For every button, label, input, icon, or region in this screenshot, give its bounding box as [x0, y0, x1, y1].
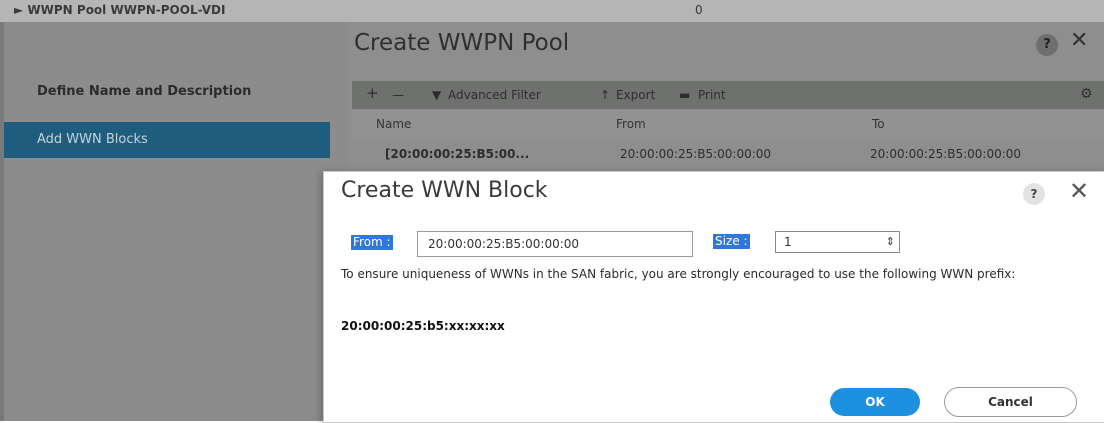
wwn-prefix: 20:00:00:25:b5:xx:xx:xx [341, 319, 505, 333]
advanced-filter-button[interactable]: Advanced Filter [448, 88, 541, 102]
blocks-toolbar: + — ▼ Advanced Filter ↑ Export ▬ Print ⚙ [352, 81, 1104, 109]
dialog-title: Create WWN Block [341, 178, 548, 203]
breadcrumb[interactable]: ► WWPN Pool WWPN-POOL-VDI [14, 3, 225, 17]
export-button[interactable]: Export [616, 88, 655, 102]
settings-gear-icon[interactable]: ⚙ [1080, 86, 1093, 102]
size-label: Size : [713, 234, 750, 249]
wizard-step-add-wwn-blocks[interactable]: Add WWN Blocks [4, 122, 330, 158]
filter-icon[interactable]: ▼ [432, 88, 441, 102]
wizard-close-icon[interactable]: ✕ [1070, 28, 1088, 53]
row-name-cell: [20:00:00:25:B5:00... [385, 147, 530, 161]
column-header-to[interactable]: To [872, 117, 885, 131]
export-icon[interactable]: ↑ [600, 88, 610, 102]
spinner-arrows-icon[interactable]: ⇕ [886, 232, 895, 252]
wizard-help-icon[interactable]: ? [1036, 34, 1058, 56]
remove-icon[interactable]: — [392, 88, 404, 102]
ok-button[interactable]: OK [830, 388, 920, 416]
cancel-button[interactable]: Cancel [944, 387, 1077, 417]
row-to-cell: 20:00:00:25:B5:00:00:00 [870, 147, 1022, 161]
wizard-step-sidebar: Define Name and Description Add WWN Bloc… [0, 22, 348, 421]
wizard-step-define-name[interactable]: Define Name and Description [37, 84, 251, 99]
from-input[interactable] [417, 231, 693, 257]
uniqueness-message: To ensure uniqueness of WWNs in the SAN … [341, 267, 1016, 281]
print-button[interactable]: Print [698, 88, 726, 102]
blocks-table-header: Name From To [352, 109, 1104, 139]
wizard-title: Create WWPN Pool [354, 30, 570, 56]
size-value: 1 [784, 235, 792, 249]
pool-count: 0 [695, 3, 703, 17]
close-icon[interactable]: ✕ [1069, 177, 1089, 205]
print-icon[interactable]: ▬ [679, 88, 690, 102]
add-icon[interactable]: + [366, 84, 379, 102]
size-stepper[interactable]: 1 ⇕ [775, 231, 900, 253]
column-header-name[interactable]: Name [376, 117, 411, 131]
table-row[interactable]: [20:00:00:25:B5:00... 20:00:00:25:B5:00:… [352, 139, 1104, 169]
help-icon[interactable]: ? [1023, 183, 1045, 205]
column-header-from[interactable]: From [616, 117, 646, 131]
top-bar: ► WWPN Pool WWPN-POOL-VDI 0 [0, 0, 1104, 23]
sidebar-edge [0, 22, 4, 421]
create-wwn-block-dialog: Create WWN Block ? ✕ From : Size : 1 ⇕ T… [323, 171, 1104, 423]
row-from-cell: 20:00:00:25:B5:00:00:00 [620, 147, 772, 161]
from-label: From : [351, 235, 393, 250]
